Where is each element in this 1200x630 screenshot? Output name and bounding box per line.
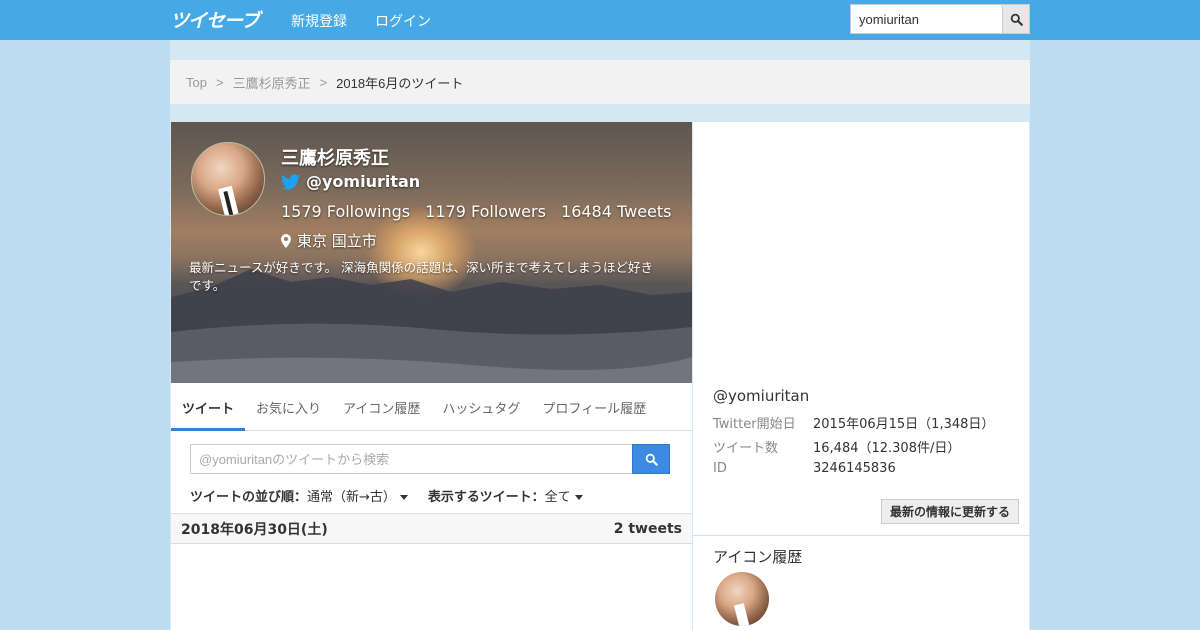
nav-login-link[interactable]: ログイン bbox=[375, 11, 431, 31]
sidebar-divider bbox=[693, 535, 1029, 536]
caret-down-icon bbox=[574, 495, 583, 500]
tab-icon-history[interactable]: アイコン履歴 bbox=[332, 383, 431, 431]
breadcrumb: Top > 三鷹杉原秀正 > 2018年6月のツイート bbox=[170, 60, 1030, 104]
main-container: Top > 三鷹杉原秀正 > 2018年6月のツイート 三鷹杉原秀正 @yomi… bbox=[170, 40, 1030, 630]
tweet-filter-label: 表示するツイート： bbox=[427, 490, 545, 505]
tweet-sort-controls: ツイートの並び順：通常（新→古） 表示するツイート：全て bbox=[190, 486, 583, 505]
breadcrumb-current: 2018年6月のツイート bbox=[336, 75, 464, 91]
search-icon bbox=[1010, 13, 1023, 26]
info-row-start-date: Twitter開始日 2015年06月15日（1,348日） bbox=[713, 413, 994, 432]
profile-name: 三鷹杉原秀正 bbox=[281, 148, 389, 169]
followings-count[interactable]: 1579 Followings bbox=[281, 202, 410, 221]
nav-signup-link[interactable]: 新規登録 bbox=[291, 11, 347, 31]
profile-location-text: 東京 国立市 bbox=[297, 232, 377, 250]
profile-stats: 1579 Followings 1179 Followers 16484 Twe… bbox=[281, 202, 682, 221]
tweet-search-button[interactable] bbox=[632, 444, 670, 474]
info-value: 3246145836 bbox=[813, 461, 896, 476]
top-navbar: ツイセーブ 新規登録 ログイン bbox=[0, 0, 1200, 40]
breadcrumb-separator: > bbox=[215, 74, 224, 90]
tweet-filter-value[interactable]: 全て bbox=[545, 490, 571, 505]
tab-tweets[interactable]: ツイート bbox=[171, 383, 246, 431]
date-group-count: 2 tweets bbox=[613, 520, 682, 537]
info-row-tweet-count: ツイート数 16,484（12.308件/日） bbox=[713, 437, 960, 456]
info-label: Twitter開始日 bbox=[713, 417, 796, 432]
date-group-header: 2018年06月30日(土) 2 tweets bbox=[171, 513, 692, 544]
icon-history-avatar[interactable] bbox=[715, 572, 769, 626]
caret-down-icon bbox=[399, 495, 408, 500]
twitter-bird-icon bbox=[281, 173, 300, 190]
profile-bio: 最新ニュースが好きです。 深海魚関係の話題は、深い所まで考えてしまうほど好きです… bbox=[189, 260, 653, 293]
profile-handle[interactable]: @yomiuritan bbox=[281, 172, 420, 191]
breadcrumb-top-link[interactable]: Top bbox=[186, 75, 207, 90]
icon-history-title: アイコン履歴 bbox=[713, 548, 803, 566]
tab-profile-history[interactable]: プロフィール履歴 bbox=[531, 383, 657, 431]
sort-order-dropdown[interactable]: ツイートの並び順：通常（新→古） bbox=[190, 486, 408, 505]
breadcrumb-user-link[interactable]: 三鷹杉原秀正 bbox=[233, 73, 311, 92]
profile-column: 三鷹杉原秀正 @yomiuritan 1579 Followings 1179 … bbox=[171, 122, 692, 630]
sidebar: @yomiuritan Twitter開始日 2015年06月15日（1,348… bbox=[693, 122, 1029, 630]
tweets-count[interactable]: 16484 Tweets bbox=[561, 202, 672, 221]
profile-handle-text: @yomiuritan bbox=[306, 172, 421, 191]
info-value: 2015年06月15日（1,348日） bbox=[813, 417, 995, 432]
profile-header-banner: 三鷹杉原秀正 @yomiuritan 1579 Followings 1179 … bbox=[171, 122, 692, 383]
profile-location: 東京 国立市 bbox=[281, 230, 377, 251]
info-label: ID bbox=[713, 461, 727, 476]
site-logo[interactable]: ツイセーブ bbox=[170, 6, 260, 33]
date-group-date: 2018年06月30日(土) bbox=[181, 521, 328, 538]
header-search-input[interactable] bbox=[850, 4, 1002, 34]
search-icon bbox=[645, 453, 658, 466]
sort-order-label: ツイートの並び順： bbox=[190, 490, 308, 505]
header-search-button[interactable] bbox=[1002, 4, 1030, 34]
tweet-search-input[interactable] bbox=[190, 444, 633, 474]
sort-order-value[interactable]: 通常（新→古） bbox=[307, 490, 396, 505]
info-label: ツイート数 bbox=[713, 441, 779, 456]
refresh-info-button[interactable]: 最新の情報に更新する bbox=[881, 499, 1019, 524]
followers-count[interactable]: 1179 Followers bbox=[425, 202, 546, 221]
tweet-filter-dropdown[interactable]: 表示するツイート：全て bbox=[428, 486, 583, 505]
info-row-id: ID 3246145836 bbox=[713, 461, 896, 476]
tab-favorites[interactable]: お気に入り bbox=[245, 383, 332, 431]
info-value: 16,484（12.308件/日） bbox=[813, 441, 961, 456]
map-pin-icon bbox=[281, 233, 291, 248]
breadcrumb-separator: > bbox=[319, 74, 328, 90]
sidebar-handle: @yomiuritan bbox=[713, 387, 810, 405]
tab-hashtags[interactable]: ハッシュタグ bbox=[431, 383, 531, 431]
profile-tabs: ツイート お気に入り アイコン履歴 ハッシュタグ プロフィール履歴 bbox=[171, 383, 692, 431]
profile-avatar[interactable] bbox=[191, 142, 265, 216]
